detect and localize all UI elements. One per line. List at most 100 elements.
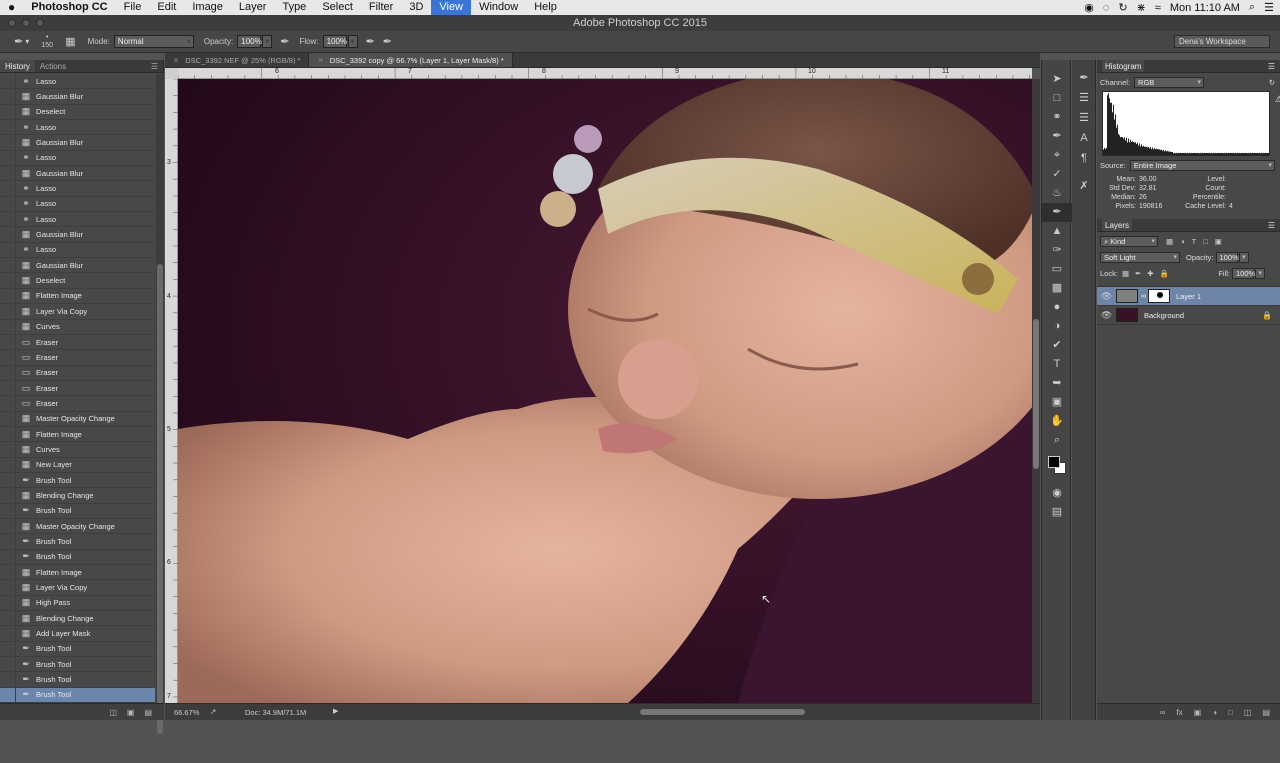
layer-filter-icons[interactable]: ▦◑T□▣ [1166,237,1229,246]
dodge-tool-icon[interactable]: ◑ [1042,317,1072,336]
trash-icon[interactable]: ▤ [1262,708,1270,717]
history-source-checkbox[interactable] [0,150,16,166]
refresh-icon[interactable]: ↻ [1269,78,1275,87]
history-source-checkbox[interactable] [0,380,16,396]
mode-select[interactable]: Normal [113,35,194,48]
healing-tool-icon[interactable]: ♨ [1042,184,1072,203]
menu-filter[interactable]: Filter [361,0,401,15]
menu-edit[interactable]: Edit [149,0,184,15]
history-source-checkbox[interactable] [0,472,16,488]
history-source-checkbox[interactable] [0,626,16,641]
menu-layer[interactable]: Layer [231,0,275,15]
blend-mode-select[interactable]: Soft Light [1100,252,1180,263]
tab-actions[interactable]: Actions [35,60,71,72]
layer-thumbnail[interactable] [1116,308,1138,322]
layer-style-icon[interactable]: fx [1176,708,1182,717]
history-source-checkbox[interactable] [0,196,16,212]
history-item[interactable]: ✒ Brush Tool [0,503,155,519]
history-item[interactable]: ✒ Brush Tool [0,549,155,565]
spotlight-icon[interactable]: ⌕ [1249,1,1255,14]
history-item[interactable]: ⚭ Lasso [0,181,155,197]
pressure-opacity-icon[interactable]: ✒ [280,35,289,48]
notifications-icon[interactable]: ☰ [1264,1,1274,14]
opacity-input[interactable]: 100% [237,35,262,48]
history-item[interactable]: ▦ Curves [0,319,155,335]
channel-select[interactable]: RGB [1134,77,1205,88]
brush-panel-icon[interactable]: ☰ [1072,108,1096,128]
history-item[interactable]: ▦ Master Opacity Change [0,518,155,535]
snapshot-camera-icon[interactable]: ▣ [127,708,135,717]
history-source-checkbox[interactable] [0,350,16,365]
history-source-checkbox[interactable] [0,319,16,334]
history-source-checkbox[interactable] [0,503,16,518]
history-item[interactable]: ▦ Layer Via Copy [0,580,155,596]
history-item[interactable]: ▦ High Pass [0,595,155,612]
history-source-checkbox[interactable] [0,457,16,472]
foreground-color-swatch[interactable] [1048,456,1060,468]
zoom-window-icon[interactable] [36,19,44,27]
history-item[interactable]: ▭ Eraser [0,334,155,351]
layer-row-layer1[interactable]: 👁 ∞ Layer 1 [1097,287,1280,306]
marquee-tool-icon[interactable]: □ [1042,89,1072,108]
history-source-checkbox[interactable] [0,212,16,227]
history-source-checkbox[interactable] [0,411,16,426]
history-item[interactable]: ▦ Deselect [0,104,155,121]
history-item[interactable]: ▦ Blending Change [0,611,155,627]
history-source-checkbox[interactable] [0,549,16,564]
adjustment-layer-icon[interactable]: ◑ [1212,708,1217,717]
history-source-checkbox[interactable] [0,641,16,657]
minimize-window-icon[interactable] [22,19,30,27]
history-source-checkbox[interactable] [0,687,16,703]
history-item[interactable]: ⚭ Lasso [0,196,155,213]
tab-history[interactable]: History [0,60,35,72]
move-tool-icon[interactable]: ➤ [1042,70,1072,89]
ruler-top[interactable]: 6 7 8 9 10 11 [178,68,1032,79]
tools-panel-icon[interactable]: ✗ [1072,176,1096,196]
histogram-title[interactable]: Histogram [1102,60,1145,72]
gradient-tool-icon[interactable]: ▩ [1042,279,1072,298]
ruler-origin[interactable] [165,68,178,79]
history-scrollbar[interactable] [156,74,164,734]
history-scroll-thumb[interactable] [157,264,163,734]
layer-name[interactable]: Background [1144,311,1184,320]
history-item[interactable]: ✒ Brush Tool [0,687,155,704]
hand-tool-icon[interactable]: ✋ [1042,412,1072,431]
history-item[interactable]: ▦ Deselect [0,273,155,289]
panel-menu-icon[interactable]: ☰ [1268,219,1275,231]
menu-window[interactable]: Window [471,0,526,15]
panel-menu-icon[interactable]: ☰ [146,60,163,72]
menu-view[interactable]: View [431,0,472,15]
history-brush-tool-icon[interactable]: ✑ [1042,241,1072,260]
layers-title[interactable]: Layers [1102,219,1133,231]
menu-file[interactable]: File [116,0,150,15]
workspace-select[interactable]: Dena's Workspace [1174,35,1270,48]
ruler-left[interactable]: 3 4 5 6 7 [165,79,178,703]
history-item[interactable]: ▦ Gaussian Blur [0,135,155,151]
history-source-checkbox[interactable] [0,365,16,380]
history-item[interactable]: ✒ Brush Tool [0,641,155,658]
history-item[interactable]: ✒ Brush Tool [0,657,155,673]
new-document-from-state-icon[interactable]: ◫ [109,708,117,717]
history-item[interactable]: ▦ Gaussian Blur [0,258,155,274]
history-source-checkbox[interactable] [0,304,16,319]
brush-tool-icon[interactable]: ✒ [1042,203,1072,222]
canvas-scroll-thumb[interactable] [1033,319,1039,469]
history-item[interactable]: ✒ Brush Tool [0,672,155,688]
screen-mode-icon[interactable]: ▤ [1042,503,1072,522]
blur-tool-icon[interactable]: ● [1042,298,1072,317]
history-item[interactable]: ▦ Blending Change [0,488,155,504]
history-item[interactable]: ⚭ Lasso [0,74,155,90]
bluetooth-icon[interactable]: ⋇ [1137,1,1146,14]
document-canvas[interactable]: ↖ [178,79,1032,703]
history-source-checkbox[interactable] [0,672,16,687]
history-item[interactable]: ⚭ Lasso [0,150,155,167]
source-select[interactable]: Entire Image [1129,160,1275,171]
fill-slider[interactable] [1255,268,1265,279]
history-item[interactable]: ▦ Gaussian Blur [0,166,155,182]
airbrush-icon[interactable]: ✒ [366,35,375,48]
quick-mask-icon[interactable]: ◉ [1042,484,1072,503]
layer-thumbnail[interactable] [1116,289,1138,303]
pen-tool-icon[interactable]: ✔ [1042,336,1072,355]
layer-filter-kind[interactable]: ⌕ Kind [1100,236,1158,247]
brush-size-preview[interactable]: • 150 [37,34,57,50]
